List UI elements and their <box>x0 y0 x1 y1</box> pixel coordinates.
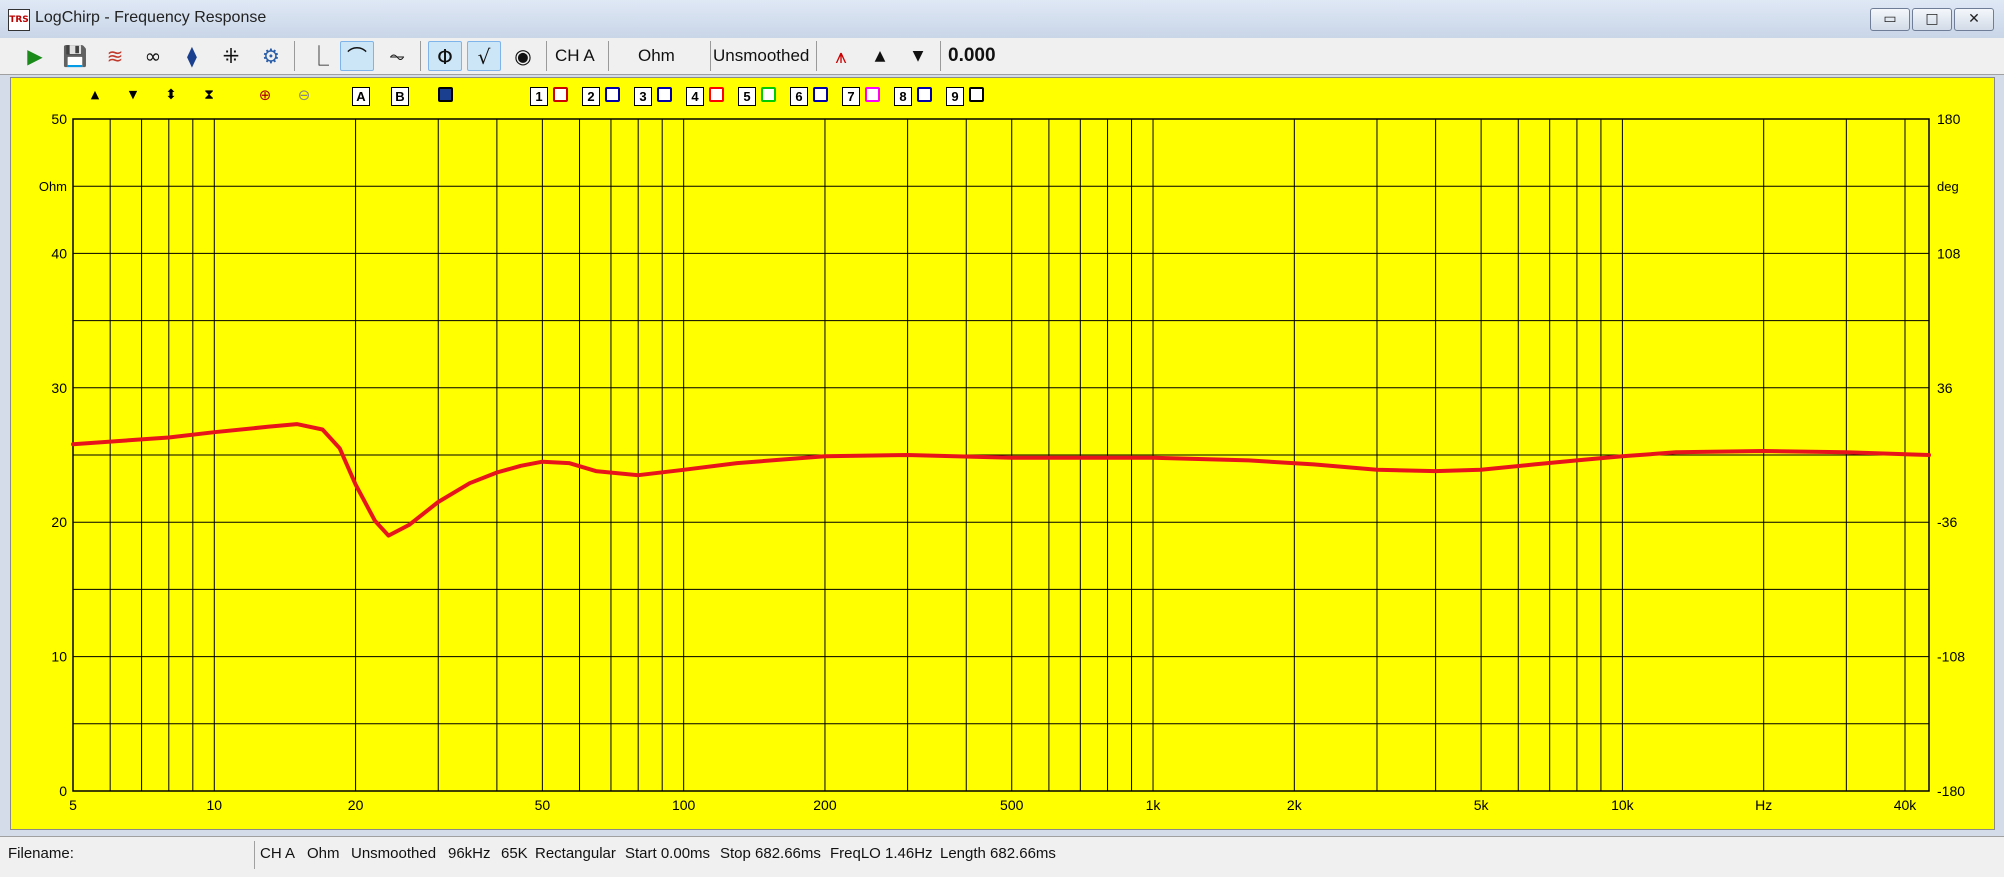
phase-icon[interactable]: Φ <box>428 41 462 71</box>
status-freqlo: FreqLO 1.46Hz <box>830 845 933 862</box>
status-stop: Stop 682.66ms <box>720 845 821 862</box>
x-tick-label: 500 <box>1000 797 1024 813</box>
main-toolbar: ▶ 💾 ≋ ∞ ⧫ ⁜ ⚙ ⎿ ⌒ ⏦ Φ √ ◉ CH A Ohm Unsmo… <box>0 38 2004 75</box>
toolbar-separator <box>294 41 295 71</box>
status-length: Length 682.66ms <box>940 845 1056 862</box>
plot-area[interactable]: ▲ ▼ ⬍ ⧗ ⊕ ⊖ A B 123456789 5 10 20 50 100 200 5… <box>10 77 1995 830</box>
arrow-up-icon[interactable]: ▲ <box>863 41 897 71</box>
close-button[interactable]: ✕ <box>1954 8 1994 31</box>
settings-gear-icon[interactable]: ⚙ <box>254 41 288 71</box>
arrow-down-icon[interactable]: ▼ <box>901 41 935 71</box>
title-bar: TRS LogChirp - Frequency Response ▭ □ ✕ <box>0 0 2004 39</box>
toolbar-separator <box>710 41 711 71</box>
y-tick-label: 50 <box>51 111 67 127</box>
x-tick-label: 2k <box>1287 797 1303 813</box>
x-tick-label: 100 <box>672 797 696 813</box>
save-icon[interactable]: 💾 <box>58 41 92 71</box>
minimize-button[interactable]: ▭ <box>1870 8 1910 31</box>
status-smoothing: Unsmoothed <box>351 845 437 862</box>
frequency-response-chart: 5 10 20 50 100 200 500 1k 2k 5k 10k Hz 40k5040302010… <box>39 111 1965 813</box>
status-size: 65K <box>501 845 528 862</box>
y-tick-label: 10 <box>51 649 67 665</box>
window-title: LogChirp - Frequency Response <box>35 9 267 26</box>
x-tick-label: 10 <box>207 797 223 813</box>
x-tick-label: 40k <box>1894 797 1918 813</box>
y-tick-label: 20 <box>51 514 67 530</box>
run-button[interactable]: ▶ <box>18 41 52 71</box>
x-tick-label: 1k <box>1146 797 1162 813</box>
y2-tick-label: 108 <box>1937 245 1961 261</box>
peak-marker-icon[interactable]: ⩚ <box>824 41 858 71</box>
y2-tick-label: -180 <box>1937 783 1965 799</box>
y2-tick-label: -108 <box>1937 649 1965 665</box>
status-rate: 96kHz <box>448 845 491 862</box>
status-unit: Ohm <box>307 845 340 862</box>
status-start: Start 0.00ms <box>625 845 711 862</box>
value-readout: 0.000 <box>948 45 996 66</box>
probe-icon[interactable]: ⧫ <box>175 41 209 71</box>
x-tick-label: 10k <box>1611 797 1635 813</box>
x-tick-label: 5 <box>69 797 77 813</box>
y-tick-label: 40 <box>51 245 67 261</box>
step-response-icon[interactable]: ⏦ <box>380 41 414 71</box>
toolbar-separator <box>608 41 609 71</box>
status-channel: CH A <box>260 845 296 862</box>
toolbar-separator <box>940 41 941 71</box>
x-tick-label: Hz <box>1755 797 1772 813</box>
filename-label: Filename: <box>8 845 74 862</box>
y2-tick-label: 180 <box>1937 111 1961 127</box>
toolbar-separator <box>420 41 421 71</box>
y-tick-label: 30 <box>51 380 67 396</box>
y-axis-label: Ohm <box>39 179 67 194</box>
waveform-icon[interactable]: ≋ <box>98 41 132 71</box>
y2-axis-label: deg <box>1937 179 1959 194</box>
channel-selector[interactable]: CH A <box>555 41 595 71</box>
frequency-response-icon[interactable]: ⌒ <box>340 41 374 71</box>
y-tick-label: 0 <box>59 783 67 799</box>
status-bar: Filename: CH A Ohm Unsmoothed 96kHz 65K … <box>0 836 2004 877</box>
x-tick-label: 20 <box>348 797 364 813</box>
x-tick-label: 5k <box>1474 797 1490 813</box>
toolbar-separator <box>816 41 817 71</box>
status-separator <box>254 841 255 869</box>
impulse-icon[interactable]: ⎿ <box>302 41 336 71</box>
toolbar-separator <box>546 41 547 71</box>
group-delay-icon[interactable]: √ <box>467 41 501 71</box>
smoothing-selector[interactable]: Unsmoothed <box>713 41 809 71</box>
maximize-button[interactable]: □ <box>1912 8 1952 31</box>
x-tick-label: 200 <box>813 797 837 813</box>
y2-tick-label: 36 <box>1937 380 1953 396</box>
y2-tick-label: -36 <box>1937 514 1957 530</box>
crosshair-icon[interactable]: ⁜ <box>214 41 248 71</box>
app-icon: TRS <box>8 9 30 31</box>
unit-selector[interactable]: Ohm <box>638 41 675 71</box>
status-window: Rectangular <box>535 845 616 862</box>
x-tick-label: 50 <box>535 797 551 813</box>
infinity-icon[interactable]: ∞ <box>136 41 170 71</box>
meter-icon[interactable]: ◉ <box>506 41 540 71</box>
